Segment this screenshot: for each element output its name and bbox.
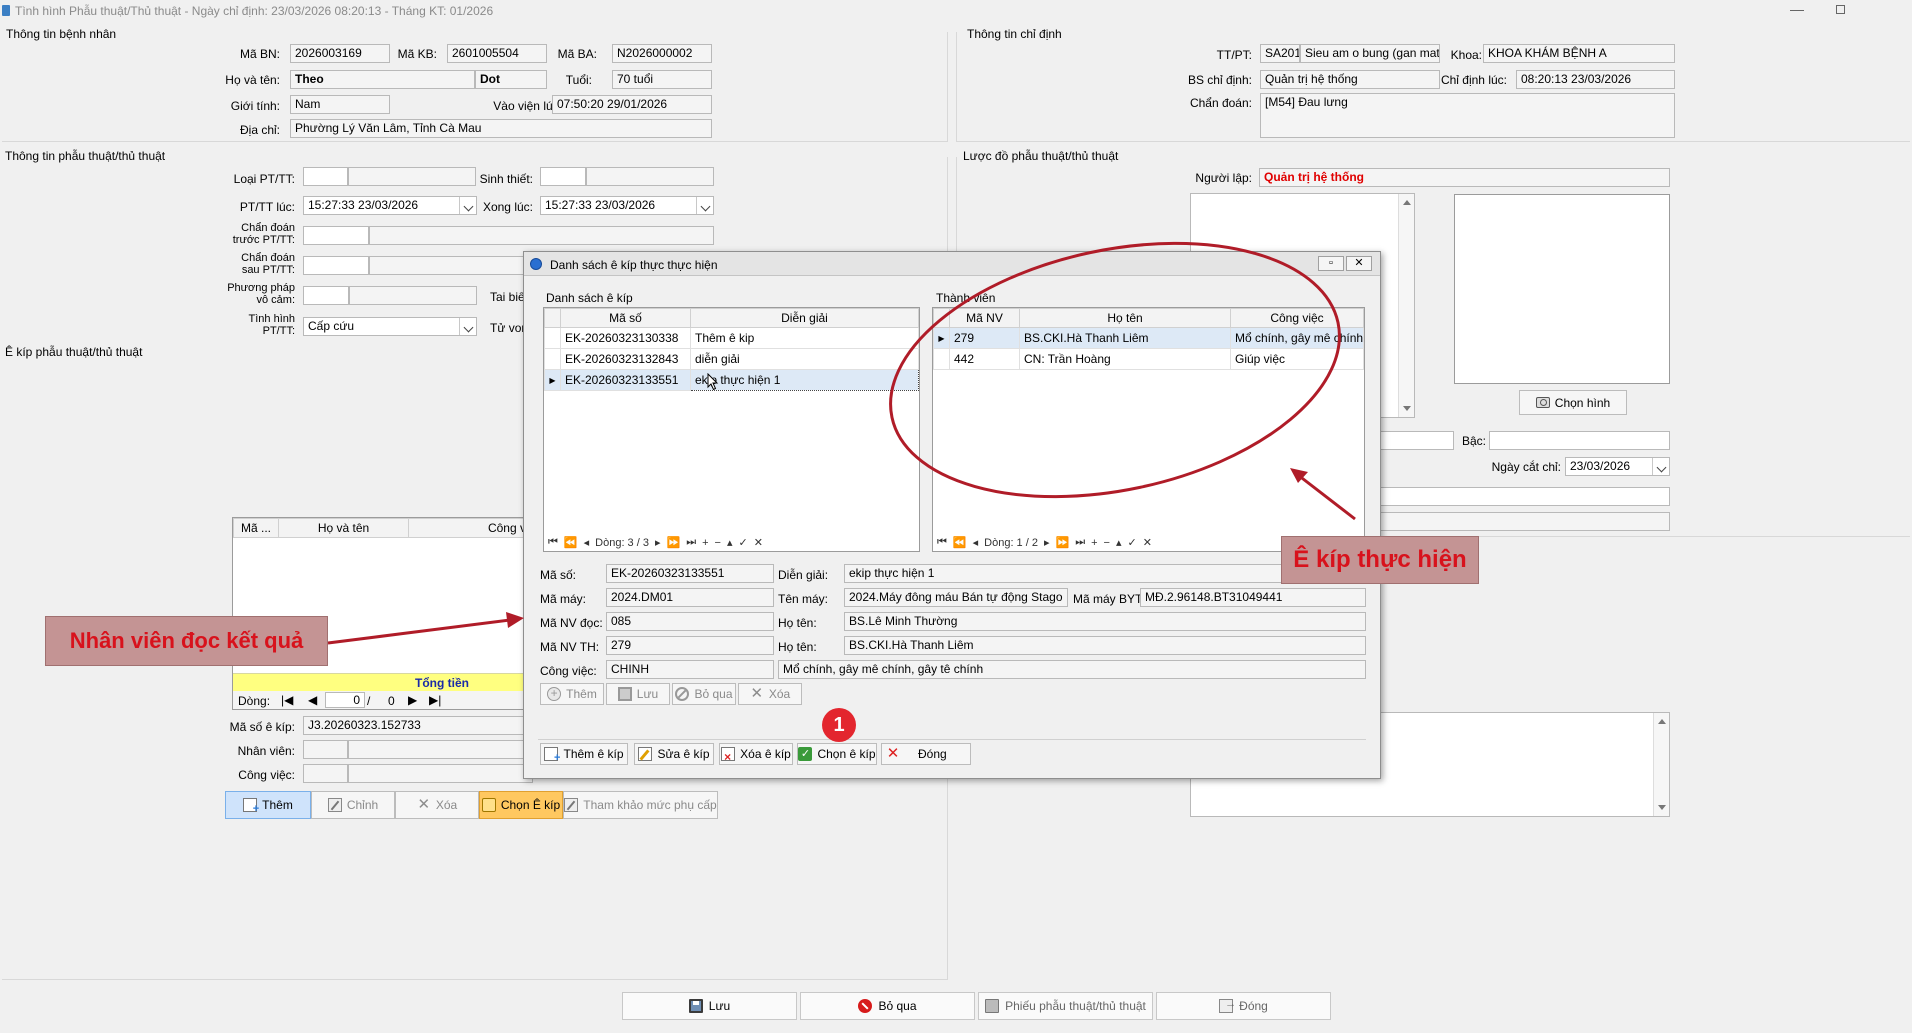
ekip-highlight-ellipse — [889, 241, 1341, 499]
ekip-arrow-line — [1297, 473, 1356, 521]
nhan-vien-callout: Nhân viên đọc kết quả — [45, 616, 328, 666]
annotation-overlay — [327, 241, 1356, 645]
step-badge: 1 — [822, 708, 856, 742]
ekip-callout: Ê kíp thực hiện — [1281, 536, 1479, 584]
ekip-callout-text: Ê kíp thực hiện — [1293, 546, 1467, 573]
nhan-vien-arrow-head — [506, 612, 524, 628]
nhan-vien-callout-text: Nhân viên đọc kết quả — [69, 628, 304, 653]
nhan-vien-arrow-line — [327, 618, 511, 645]
